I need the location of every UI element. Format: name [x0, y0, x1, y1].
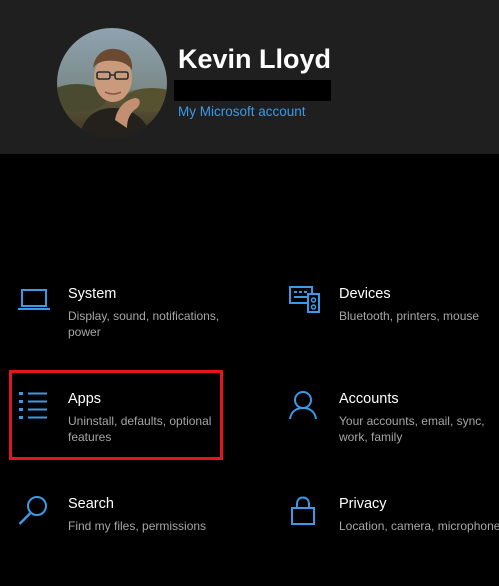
category-description: Display, sound, notifications, power [68, 309, 220, 339]
devices-icon [289, 286, 323, 322]
laptop-icon [18, 286, 52, 322]
category-description: Bluetooth, printers, mouse [339, 309, 480, 323]
category-title: System [68, 286, 117, 302]
category-description: Your accounts, email, sync, work, family [339, 414, 485, 444]
redacted-email [174, 80, 331, 101]
avatar [57, 28, 167, 138]
profile-header: Kevin Lloyd My Microsoft account [0, 0, 499, 154]
category-title: Apps [68, 391, 102, 407]
category-title: Devices [339, 286, 391, 302]
category-privacy[interactable]: Privacy Location, camera, microphone [289, 496, 499, 572]
person-icon [289, 391, 323, 427]
category-devices[interactable]: Devices Bluetooth, printers, mouse [289, 286, 499, 362]
category-apps[interactable]: Apps Uninstall, defaults, optional featu… [18, 391, 248, 467]
category-title: Search [68, 496, 114, 512]
user-name: Kevin Lloyd [178, 44, 332, 74]
search-icon [18, 496, 52, 532]
category-description: Location, camera, microphone [339, 519, 499, 533]
category-system[interactable]: System Display, sound, notifications, po… [18, 286, 248, 362]
settings-home: Kevin Lloyd My Microsoft account System … [0, 0, 499, 586]
category-accounts[interactable]: Accounts Your accounts, email, sync, wor… [289, 391, 499, 467]
category-title: Privacy [339, 496, 387, 512]
lock-icon [289, 496, 323, 532]
apps-list-icon [18, 391, 52, 427]
category-description: Find my files, permissions [68, 519, 207, 533]
category-search[interactable]: Search Find my files, permissions [18, 496, 248, 572]
category-title: Accounts [339, 391, 399, 407]
my-microsoft-account-link[interactable]: My Microsoft account [178, 104, 306, 119]
category-description: Uninstall, defaults, optional features [68, 414, 212, 444]
